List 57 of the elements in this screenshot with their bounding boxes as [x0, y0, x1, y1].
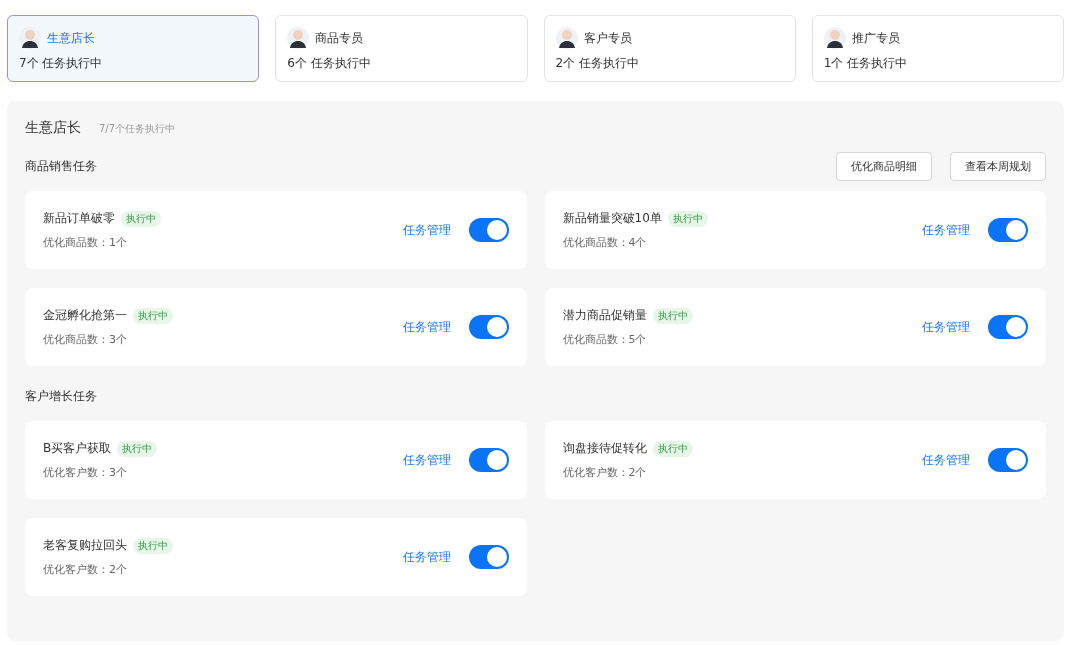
task-count: 1个 任务执行中 — [823, 55, 909, 72]
manage-link[interactable]: 任务管理 — [922, 221, 970, 239]
status-tag: 执行中 — [121, 210, 161, 227]
toggle-switch[interactable] — [468, 218, 509, 242]
role-tab[interactable]: 生意店长 7个 任务执行中 — [7, 15, 260, 82]
task-name: B买客户获取 — [43, 440, 112, 457]
manage-link[interactable]: 任务管理 — [402, 451, 451, 469]
status-tag: 执行中 — [133, 537, 173, 554]
toggle-switch[interactable] — [468, 315, 509, 339]
task-name: 询盘接待促转化 — [562, 440, 647, 457]
manage-link[interactable]: 任务管理 — [922, 318, 970, 336]
task-count: 7个 任务执行中 — [19, 55, 104, 72]
manage-link[interactable]: 任务管理 — [402, 548, 451, 566]
section-title: 客户增长任务 — [25, 387, 97, 405]
status-tag: 执行中 — [652, 307, 693, 324]
role-tab[interactable]: 推广专员 1个 任务执行中 — [811, 15, 1064, 82]
toggle-switch[interactable] — [468, 448, 509, 472]
task-name: 新品销量突破10单 — [562, 210, 662, 227]
avatar-icon — [19, 26, 41, 50]
manage-link[interactable]: 任务管理 — [402, 221, 451, 239]
role-name: 客户专员 — [583, 29, 632, 47]
toggle-switch[interactable] — [988, 218, 1028, 242]
role-name: 推广专员 — [851, 29, 900, 47]
status-tag: 执行中 — [133, 307, 173, 324]
action-button[interactable]: 优化商品明细 — [836, 151, 932, 181]
section-title: 商品销售任务 — [25, 157, 97, 175]
task-name: 新品订单破零 — [43, 210, 115, 227]
role-name: 生意店长 — [47, 29, 95, 47]
manage-link[interactable]: 任务管理 — [922, 451, 970, 469]
task-count: 2个 任务执行中 — [555, 55, 640, 72]
task-name: 金冠孵化抢第一 — [43, 307, 127, 324]
task-name: 潜力商品促销量 — [562, 307, 647, 324]
status-tag: 执行中 — [667, 210, 708, 227]
action-button[interactable]: 查看本周规划 — [950, 151, 1046, 181]
task-name: 老客复购拉回头 — [43, 537, 127, 554]
role-tab[interactable]: 商品专员 6个 任务执行中 — [275, 15, 528, 82]
task-detail: 优化商品数：5个 — [562, 332, 648, 347]
toggle-switch[interactable] — [988, 315, 1028, 339]
task-detail: 优化商品数：1个 — [43, 235, 128, 250]
task-detail: 优化商品数：3个 — [43, 332, 128, 347]
task-detail: 优化客户数：2个 — [562, 465, 648, 480]
avatar-icon — [555, 26, 578, 50]
toggle-switch[interactable] — [988, 448, 1028, 472]
avatar-icon — [823, 26, 846, 50]
status-tag: 执行中 — [117, 440, 158, 457]
task-detail: 优化客户数：2个 — [43, 562, 128, 577]
avatar-icon — [287, 26, 310, 50]
task-detail: 优化客户数：3个 — [43, 465, 128, 480]
task-detail: 优化商品数：4个 — [562, 235, 648, 250]
role-tab[interactable]: 客户专员 2个 任务执行中 — [543, 15, 796, 82]
toggle-switch[interactable] — [468, 545, 509, 569]
task-count: 6个 任务执行中 — [287, 55, 372, 72]
role-name: 商品专员 — [315, 29, 364, 47]
panel-subtitle: 7/7个任务执行中 — [99, 122, 176, 136]
panel-title: 生意店长 — [25, 119, 81, 137]
manage-link[interactable]: 任务管理 — [402, 318, 451, 336]
status-tag: 执行中 — [652, 440, 693, 457]
